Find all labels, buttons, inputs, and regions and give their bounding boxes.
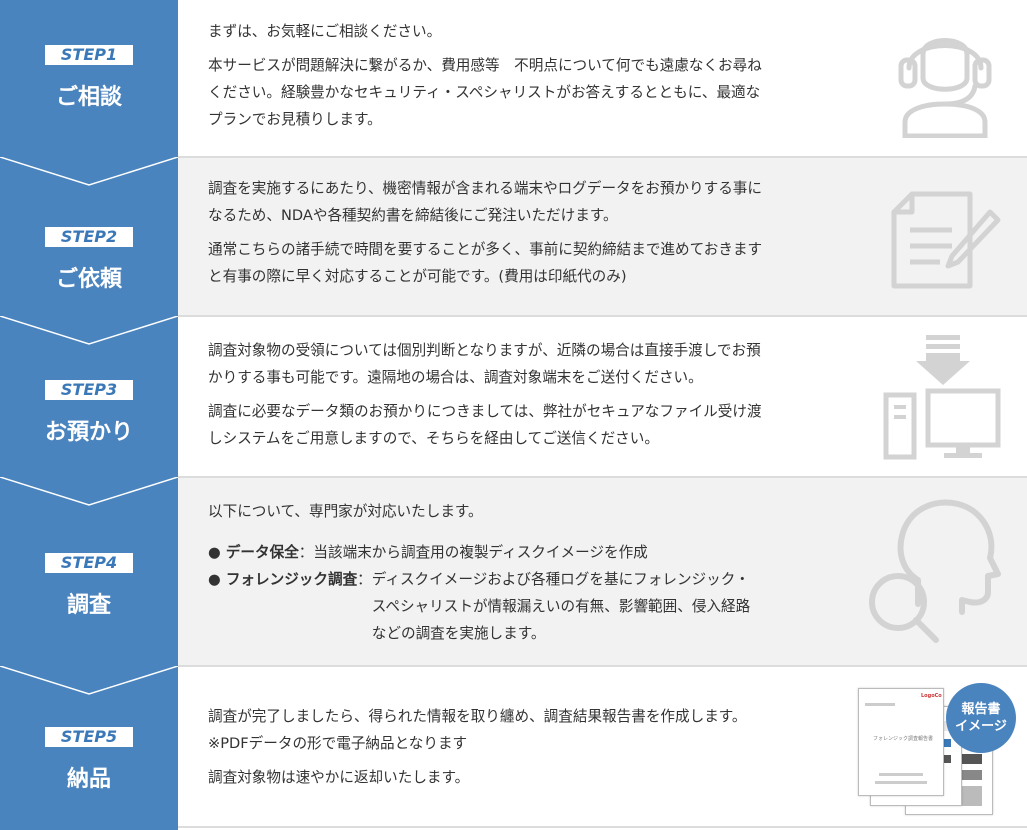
paragraph-line: 本サービスが問題解決に繋がるか、費用感等 不明点について何でも遠慮なくお尋ね (208, 57, 762, 74)
step-badge: STEP1 (45, 45, 133, 65)
divider (178, 156, 1027, 158)
paragraph-line: 調査対象物は速やかに返却いたします。 (208, 769, 470, 786)
step-badge: STEP2 (45, 227, 133, 247)
divider (178, 315, 1027, 317)
paragraph-line: なるため、NDAや各種契約書を締結後にご発注いただけます。 (208, 207, 618, 224)
paragraph-line: 通常こちらの諸手続で時間を要することが多く、事前に契約締結まで進めておきます (208, 241, 763, 258)
report-page-front: LogoCo フォレンジック調査報告書 (858, 688, 944, 796)
paragraph-line: プランでお見積りします。 (208, 111, 382, 128)
step-title: お預かり (44, 420, 133, 445)
step4-label: STEP4 調査 (0, 553, 178, 619)
step-chevron (0, 477, 178, 506)
paragraph-line: 調査が完了しましたら、得られた情報を取り纏め、調査結果報告書を作成します。 (208, 708, 747, 725)
paragraph-line: しシステムをご用意しますので、そちらを経由してご送信ください。 (208, 430, 659, 447)
headset-person-icon (898, 38, 992, 138)
step1-text: まずは、お気軽にご相談ください。 本サービスが問題解決に繋がるか、費用感等 不明… (208, 18, 868, 133)
intro-line: 以下について、専門家が対応いたします。 (208, 503, 483, 520)
document-pen-icon (891, 191, 1001, 289)
step-badge: STEP3 (45, 380, 133, 400)
bullet-label: ● データ保全 (208, 544, 299, 561)
step-badge: STEP4 (45, 553, 133, 573)
paragraph-line: まずは、お気軽にご相談ください。 (208, 23, 442, 40)
paragraph-line: 調査に必要なデータ類のお預かりにつきましては、弊社がセキュアなファイル受け渡 (208, 403, 762, 420)
bullet-text: 当該端末から調査用の複製ディスクイメージを作成 (313, 544, 648, 561)
step-chevron (0, 316, 178, 345)
step3-label: STEP3 お預かり (0, 380, 178, 446)
bullet-item: ● データ保全 ： 当該端末から調査用の複製ディスクイメージを作成 (208, 539, 868, 566)
divider (178, 826, 1027, 828)
paragraph-line: 調査対象物の受領については個別判断となりますが、近隣の場合は直接手渡しでお預 (208, 342, 761, 359)
step-title: 納品 (66, 767, 111, 792)
bullet-separator: ： (357, 571, 372, 588)
head-magnifier-icon (869, 499, 1001, 643)
report-image-badge: 報告書 イメージ (946, 683, 1016, 753)
report-badge-line: イメージ (955, 719, 1007, 734)
bullet-label: ● フォレンジック調査 (208, 571, 358, 588)
paragraph-line: と有事の際に早く対応することが可能です。(費用は印紙代のみ) (208, 268, 627, 285)
bullet-item: ● フォレンジック調査 ： ディスクイメージおよび各種ログを基にフォレンジック・… (208, 566, 868, 647)
divider (178, 665, 1027, 667)
divider (178, 476, 1027, 478)
step4-text: 以下について、専門家が対応いたします。 ● データ保全 ： 当該端末から調査用の… (208, 498, 868, 647)
step1-label: STEP1 ご相談 (0, 45, 178, 111)
paragraph-line: ください。経験豊かなセキュリティ・スペシャリストがお答えするとともに、最適な (208, 84, 761, 101)
step2-label: STEP2 ご依頼 (0, 227, 178, 293)
bullet-text: ディスクイメージおよび各種ログを基にフォレンジック・ (371, 571, 750, 588)
bullet-text: などの調査を実施します。 (371, 625, 546, 642)
paragraph-line: かりする事も可能です。遠隔地の場合は、調査対象端末をご送付ください。 (208, 369, 703, 386)
step3-text: 調査対象物の受領については個別判断となりますが、近隣の場合は直接手渡しでお預 か… (208, 337, 868, 452)
step-chevron (0, 157, 178, 186)
computer-download-icon (883, 335, 1001, 460)
step-title: 調査 (66, 593, 111, 618)
step-title: ご依頼 (55, 267, 122, 292)
bullet-text: スペシャリストが情報漏えいの有無、影響範囲、侵入経路 (371, 598, 751, 615)
paragraph-line: 調査を実施するにあたり、機密情報が含まれる端末やログデータをお預かりする事に (208, 180, 762, 197)
bullet-separator: ： (298, 544, 314, 561)
step5-label: STEP5 納品 (0, 727, 178, 793)
report-badge-line: 報告書 (961, 702, 1001, 717)
paragraph-line: ※PDFデータの形で電子納品となります (208, 735, 468, 752)
report-doc-title: フォレンジック調査報告書 (872, 736, 933, 742)
step-badge: STEP5 (45, 727, 133, 747)
step-title: ご相談 (55, 85, 122, 110)
report-brand: LogoCo (921, 693, 942, 699)
step2-text: 調査を実施するにあたり、機密情報が含まれる端末やログデータをお預かりする事に な… (208, 175, 868, 290)
step-chevron (0, 666, 178, 695)
step5-text: 調査が完了しましたら、得られた情報を取り纏め、調査結果報告書を作成します。 ※P… (208, 703, 868, 791)
